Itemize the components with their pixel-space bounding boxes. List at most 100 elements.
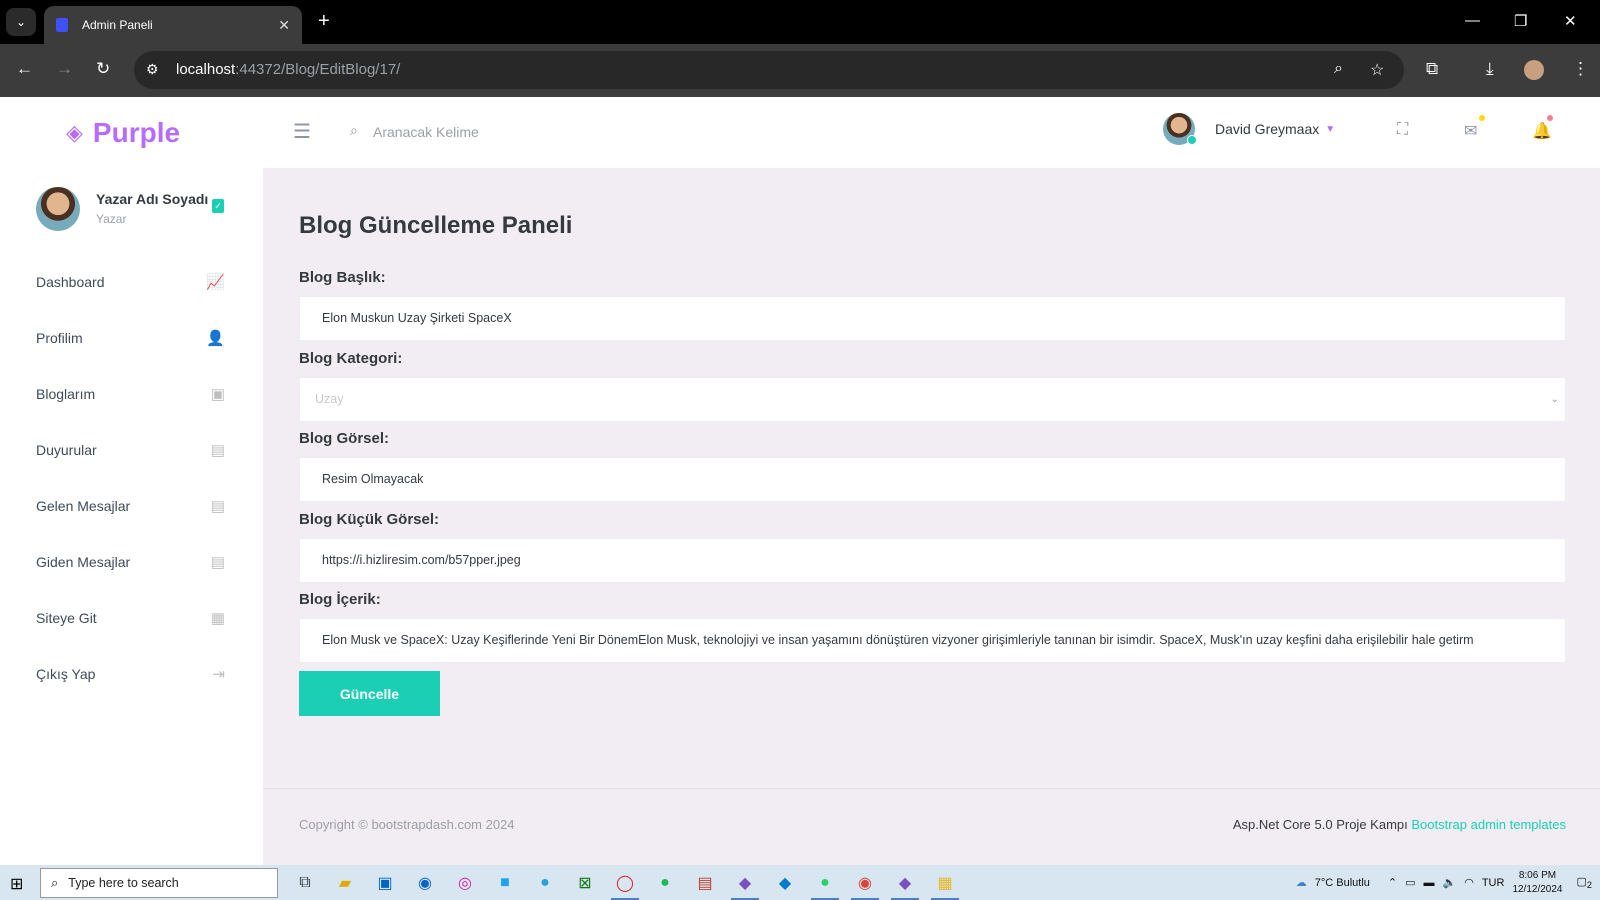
bookmark-star-icon[interactable]: ☆ bbox=[1370, 60, 1384, 80]
browser-profile-avatar[interactable] bbox=[1524, 60, 1544, 80]
sidebar-item-dashboard[interactable]: Dashboard 📈 bbox=[0, 254, 263, 310]
blog-content-input[interactable]: Elon Musk ve SpaceX: Uzay Keşiflerinde Y… bbox=[299, 618, 1566, 663]
user-dropdown[interactable]: David Greymaax ▼ bbox=[1163, 113, 1335, 145]
new-tab-button[interactable]: + bbox=[318, 10, 330, 33]
wifi-icon[interactable]: ◠ bbox=[1464, 876, 1474, 889]
restore-icon[interactable]: ❐ bbox=[1514, 12, 1527, 30]
task-view-icon[interactable]: ⧉ bbox=[285, 865, 325, 900]
sidebar-item-label: Çıkış Yap bbox=[36, 666, 96, 682]
bootstrap-templates-link[interactable]: Bootstrap admin templates bbox=[1411, 817, 1566, 832]
profile-role: Yazar bbox=[96, 212, 127, 226]
sidebar-item-label: Gelen Mesajlar bbox=[36, 498, 131, 514]
close-tab-icon[interactable]: ✕ bbox=[278, 17, 290, 34]
chrome-icon[interactable]: ◉ bbox=[845, 865, 885, 900]
brand-logo[interactable]: ◈ Purple bbox=[66, 117, 180, 149]
footer-credits: Asp.Net Core 5.0 Proje Kampı Bootstrap a… bbox=[1233, 817, 1566, 832]
xbox-icon[interactable]: ⊠ bbox=[565, 865, 605, 900]
blog-category-label: Blog Kategori: bbox=[299, 350, 403, 367]
battery-icon[interactable]: ▬ bbox=[1424, 877, 1435, 889]
sidebar-item-label: Bloglarım bbox=[36, 386, 96, 402]
vscode-icon[interactable]: ◆ bbox=[765, 865, 805, 900]
weather-text[interactable]: 7°C Bulutlu bbox=[1315, 877, 1370, 889]
user-icon: 👤 bbox=[206, 330, 225, 347]
credits-text: Asp.Net Core 5.0 Proje Kampı bbox=[1232, 817, 1408, 832]
extensions-icon[interactable]: ⧉ bbox=[1426, 59, 1438, 79]
notification-count: 2 bbox=[1586, 880, 1592, 891]
tab-search-button[interactable]: ⌄ bbox=[6, 8, 36, 36]
url-path: :44372/Blog/EditBlog/17/ bbox=[235, 61, 401, 78]
search-input[interactable] bbox=[373, 119, 633, 145]
notification-icon[interactable]: ▢2 bbox=[1577, 875, 1593, 890]
url-text[interactable]: localhost:44372/Blog/EditBlog/17/ bbox=[176, 61, 400, 78]
sticky-app-icon[interactable]: ▦ bbox=[925, 865, 965, 900]
blog-category-select[interactable]: Uzay ⌄ bbox=[299, 377, 1566, 422]
store-icon[interactable]: ▣ bbox=[365, 865, 405, 900]
minimize-icon[interactable]: — bbox=[1465, 12, 1480, 29]
bell-icon[interactable]: 🔔 bbox=[1532, 121, 1552, 141]
reload-icon[interactable]: ↻ bbox=[96, 59, 110, 79]
fullscreen-icon[interactable]: ⛶ bbox=[1397, 121, 1408, 139]
chart-line-icon: 📈 bbox=[206, 274, 225, 291]
sidebar-item-profilim[interactable]: Profilim 👤 bbox=[0, 310, 263, 366]
mail-notification-dot bbox=[1479, 115, 1485, 121]
sidebar-item-bloglarim[interactable]: Bloglarım ▣ bbox=[0, 366, 263, 422]
visual-studio-icon[interactable]: ◆ bbox=[725, 865, 765, 900]
browser-tab-strip: ⌄ Admin Paneli ✕ + — ❐ ✕ bbox=[0, 0, 1600, 44]
sidebar-item-gelen-mesajlar[interactable]: Gelen Mesajlar ▤ bbox=[0, 478, 263, 534]
user-name: David Greymaax bbox=[1215, 121, 1320, 137]
blog-image-input[interactable]: Resim Olmayacak bbox=[299, 457, 1566, 502]
taskbar-search[interactable]: ⌕ Type here to search bbox=[40, 868, 278, 898]
brand-name: Purple bbox=[92, 117, 181, 148]
search-icon: ⌕ bbox=[350, 122, 358, 138]
sidebar-item-label: Dashboard bbox=[36, 274, 105, 290]
menu-dots-icon[interactable]: ⋮ bbox=[1572, 59, 1589, 79]
whatsapp-icon[interactable]: ● bbox=[805, 865, 845, 900]
page-title: Blog Güncelleme Paneli bbox=[299, 212, 573, 239]
language-indicator[interactable]: TUR bbox=[1482, 877, 1505, 889]
forward-icon[interactable]: → bbox=[56, 59, 73, 79]
blog-title-label: Blog Başlık: bbox=[299, 269, 386, 286]
chevron-up-icon[interactable]: ⌃ bbox=[1388, 876, 1397, 889]
grid-icon: ▦ bbox=[210, 610, 225, 627]
back-icon[interactable]: ← bbox=[16, 59, 33, 79]
zoom-icon[interactable]: ⌕ bbox=[1334, 60, 1343, 78]
address-bar[interactable]: ⚙ localhost:44372/Blog/EditBlog/17/ ⌕ ☆ bbox=[134, 51, 1404, 89]
volume-icon[interactable]: 🔈 bbox=[1443, 876, 1457, 889]
app-icon[interactable]: ▤ bbox=[685, 865, 725, 900]
update-button[interactable]: Güncelle bbox=[299, 671, 440, 716]
avatar bbox=[1163, 113, 1197, 145]
twitter-icon[interactable]: ■ bbox=[485, 865, 525, 900]
download-icon[interactable]: ⤓ bbox=[1486, 59, 1494, 79]
system-tray: ☁ 7°C Bulutlu ⌃ ▭ ▬ 🔈 ◠ TUR 8:06 PM 12/1… bbox=[1296, 865, 1600, 900]
footer: Copyright © bootstrapdash.com 2024 Asp.N… bbox=[263, 788, 1600, 865]
taskbar-search-placeholder: Type here to search bbox=[68, 876, 179, 890]
mail-icon[interactable]: ✉ bbox=[1464, 121, 1477, 141]
blog-thumbnail-input[interactable]: https://i.hizliresim.com/b57pper.jpeg bbox=[299, 538, 1566, 583]
visual-studio-icon[interactable]: ◆ bbox=[885, 865, 925, 900]
windows-start-icon[interactable]: ⊞ bbox=[10, 874, 23, 894]
bootstrap-favicon-icon bbox=[56, 18, 68, 32]
outlook-icon[interactable]: ◉ bbox=[405, 865, 445, 900]
profile-name: Yazar Adı Soyadı bbox=[96, 191, 209, 207]
file-explorer-icon[interactable]: ▰ bbox=[325, 865, 365, 900]
clock[interactable]: 8:06 PM 12/12/2024 bbox=[1512, 869, 1562, 897]
site-info-icon[interactable]: ⚙ bbox=[146, 61, 159, 78]
menu-toggle-icon[interactable]: ☰ bbox=[293, 119, 311, 144]
sidebar-item-giden-mesajlar[interactable]: Giden Mesajlar ▤ bbox=[0, 534, 263, 590]
time: 8:06 PM bbox=[1518, 869, 1557, 881]
blog-title-input[interactable]: Elon Muskun Uzay Şirketi SpaceX bbox=[299, 296, 1566, 341]
sidebar-item-duyurular[interactable]: Duyurular ▤ bbox=[0, 422, 263, 478]
instagram-icon[interactable]: ◎ bbox=[445, 865, 485, 900]
sidebar-item-cikis-yap[interactable]: Çıkış Yap ⇥ bbox=[0, 646, 263, 702]
sidebar-profile[interactable]: Yazar Adı Soyadı Yazar ✓ bbox=[36, 187, 246, 235]
opera-icon[interactable]: ◯ bbox=[605, 865, 645, 900]
bookmark-check-icon: ✓ bbox=[212, 199, 224, 213]
close-window-icon[interactable]: ✕ bbox=[1564, 12, 1577, 30]
telegram-icon[interactable]: ● bbox=[525, 865, 565, 900]
sidebar-item-label: Siteye Git bbox=[36, 610, 97, 626]
browser-tab[interactable]: Admin Paneli ✕ bbox=[44, 6, 302, 44]
sidebar-item-siteye-git[interactable]: Siteye Git ▦ bbox=[0, 590, 263, 646]
layers-icon: ◈ bbox=[66, 120, 83, 145]
network-icon[interactable]: ▭ bbox=[1405, 876, 1415, 889]
spotify-icon[interactable]: ● bbox=[645, 865, 685, 900]
